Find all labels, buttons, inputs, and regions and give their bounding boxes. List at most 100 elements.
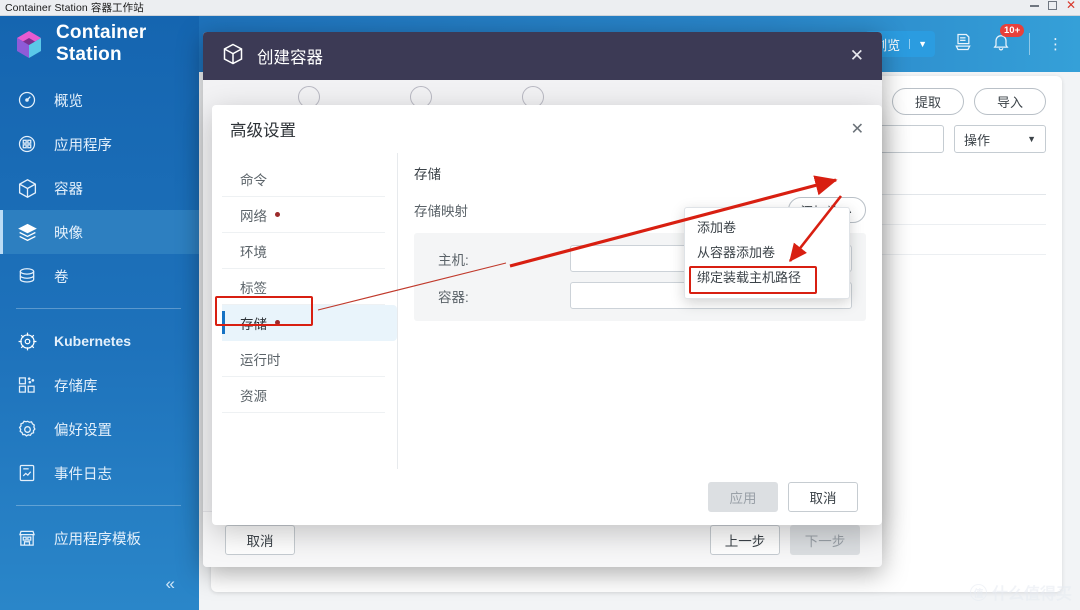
header-divider: [1029, 33, 1030, 55]
action-select-label: 操作: [964, 132, 991, 148]
settings-nav-item-environment[interactable]: 环境: [222, 233, 385, 269]
cancel-button[interactable]: 取消: [225, 524, 295, 555]
bell-icon[interactable]: 10+: [991, 23, 1025, 57]
window-close-button[interactable]: ✕: [1066, 0, 1076, 11]
window-title: Container Station 容器工作站: [5, 2, 144, 14]
settings-nav-item-resources[interactable]: 资源: [222, 377, 385, 413]
settings-nav-item-command[interactable]: 命令: [222, 161, 385, 197]
advanced-settings-nav: 命令 网络 环境 标签 存储 运行时 资源: [212, 153, 398, 469]
window-minimize-button[interactable]: [1029, 4, 1039, 7]
sidebar-item-images[interactable]: 映像: [0, 210, 199, 254]
cube-outline-icon: [221, 42, 245, 71]
sidebar: Container Station 概览 应用程序 容器 映像 卷 Kubern…: [0, 16, 199, 610]
advanced-settings-header: 高级设置 ✕: [212, 105, 882, 153]
sidebar-item-label: 容器: [54, 181, 83, 198]
previous-step-button[interactable]: 上一步: [710, 524, 780, 555]
sidebar-item-label: 偏好设置: [54, 422, 112, 439]
screenshot-root: Container Station 容器工作站 ✕ Container Stat: [0, 0, 1080, 610]
action-select[interactable]: 操作 ▼: [954, 125, 1046, 153]
storage-settings-pane: 存储 存储映射 添加卷 ▲ 主机: 容器:: [398, 153, 882, 469]
notification-badge: 10+: [1000, 23, 1025, 37]
sidebar-item-label: 存储库: [54, 378, 98, 395]
sidebar-item-preferences[interactable]: 偏好设置: [0, 407, 199, 451]
more-vertical-icon[interactable]: ⋮: [1048, 35, 1064, 53]
close-icon[interactable]: ✕: [850, 46, 864, 66]
sidebar-item-label: 应用程序: [54, 137, 112, 154]
dropdown-item-add-volume[interactable]: 添加卷: [685, 214, 849, 239]
sidebar-item-repository[interactable]: 存储库: [0, 363, 199, 407]
close-icon[interactable]: ✕: [851, 119, 864, 139]
sidebar-collapse-button[interactable]: «: [166, 574, 175, 594]
modified-dot-icon: [275, 212, 280, 217]
document-scan-icon[interactable]: [953, 32, 973, 57]
cube-icon: [16, 177, 38, 199]
apps-grid-icon: [16, 133, 38, 155]
settings-nav-label: 网络: [240, 208, 267, 224]
chevron-down-icon[interactable]: ▼: [909, 39, 935, 49]
import-button[interactable]: 导入: [974, 88, 1046, 115]
settings-nav-label: 资源: [240, 388, 267, 404]
settings-nav-label: 标签: [240, 280, 267, 296]
sidebar-item-containers[interactable]: 容器: [0, 166, 199, 210]
container-station-logo-icon: [14, 29, 44, 59]
sidebar-item-label: 应用程序模板: [54, 531, 141, 548]
modified-dot-icon: [275, 320, 280, 325]
wizard-nav-buttons: 上一步 下一步: [710, 524, 860, 555]
add-volume-dropdown-menu: 添加卷 从容器添加卷 绑定装载主机路径: [684, 207, 850, 299]
window-maximize-button[interactable]: [1047, 1, 1057, 10]
sidebar-divider: [16, 308, 181, 309]
watermark: 值 什么值得买: [969, 580, 1072, 604]
watermark-mark: 值: [969, 583, 987, 601]
settings-nav-label: 环境: [240, 244, 267, 260]
host-path-label: 主机:: [438, 252, 469, 268]
brand-title: Container Station: [56, 22, 147, 65]
settings-nav-item-network[interactable]: 网络: [222, 197, 385, 233]
settings-nav-item-runtime[interactable]: 运行时: [222, 341, 385, 377]
sidebar-item-applications[interactable]: 应用程序: [0, 122, 199, 166]
sidebar-nav: 概览 应用程序 容器 映像 卷 Kubernetes 存储库 偏好设置 事件日志…: [0, 78, 199, 560]
window-controls[interactable]: ✕: [1029, 0, 1076, 11]
sidebar-item-label: 映像: [54, 225, 83, 242]
settings-nav-label: 运行时: [240, 352, 281, 368]
settings-gear-icon: [16, 418, 38, 440]
sidebar-divider: [16, 505, 181, 506]
create-container-dialog-title: 创建容器: [257, 49, 323, 67]
watermark-text: 什么值得买: [991, 586, 1072, 603]
chevron-down-icon: ▼: [1027, 134, 1036, 144]
cancel-button[interactable]: 取消: [788, 482, 858, 512]
next-step-button: 下一步: [790, 524, 860, 555]
advanced-settings-dialog: 高级设置 ✕ 命令 网络 环境 标签 存储 运行时 资源 存储 存储映射 主机:…: [212, 105, 882, 525]
brand: Container Station: [0, 16, 199, 72]
sidebar-item-label: 卷: [54, 269, 69, 286]
sidebar-item-label: 概览: [54, 93, 83, 110]
sidebar-item-label: Kubernetes: [54, 333, 132, 349]
settings-nav-label: 命令: [240, 172, 267, 188]
container-path-label: 容器:: [438, 289, 469, 305]
storage-mapping-label: 存储映射: [414, 204, 468, 219]
pull-button[interactable]: 提取: [892, 88, 964, 115]
advanced-settings-footer: 应用 取消: [212, 469, 882, 525]
apply-button: 应用: [708, 482, 778, 512]
dropdown-item-add-volume-from-container[interactable]: 从容器添加卷: [685, 239, 849, 264]
window-titlebar: Container Station 容器工作站 ✕: [0, 0, 1080, 16]
sidebar-item-overview[interactable]: 概览: [0, 78, 199, 122]
settings-nav-item-labels[interactable]: 标签: [222, 269, 385, 305]
sidebar-item-app-templates[interactable]: 应用程序模板: [0, 516, 199, 560]
settings-nav-item-storage[interactable]: 存储: [222, 305, 397, 341]
settings-nav-label: 存储: [240, 316, 267, 332]
event-log-icon: [16, 462, 38, 484]
repository-icon: [16, 374, 38, 396]
storefront-icon: [16, 527, 38, 549]
create-container-dialog-header: 创建容器 ✕: [203, 32, 882, 80]
sidebar-item-event-log[interactable]: 事件日志: [0, 451, 199, 495]
gauge-icon: [16, 89, 38, 111]
sidebar-item-kubernetes[interactable]: Kubernetes: [0, 319, 199, 363]
sidebar-item-volumes[interactable]: 卷: [0, 254, 199, 298]
advanced-settings-body: 命令 网络 环境 标签 存储 运行时 资源 存储 存储映射 主机: 容器:: [212, 153, 882, 469]
sidebar-item-label: 事件日志: [54, 466, 112, 483]
layers-icon: [16, 221, 38, 243]
database-icon: [16, 265, 38, 287]
dropdown-item-bind-mount-host-path[interactable]: 绑定装载主机路径: [685, 264, 849, 289]
advanced-settings-title: 高级设置: [230, 122, 296, 140]
helm-wheel-icon: [16, 330, 38, 352]
